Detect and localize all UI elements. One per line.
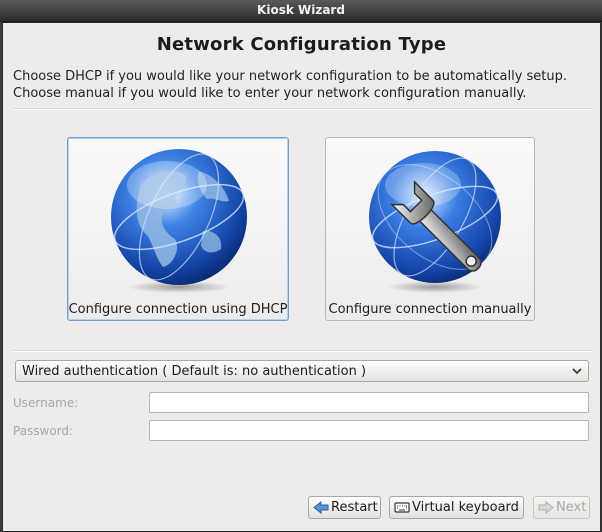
next-label: Next: [556, 500, 587, 515]
password-label: Password:: [13, 424, 74, 438]
username-label: Username:: [13, 396, 79, 410]
wizard-content: Network Configuration Type Choose DHCP i…: [2, 22, 601, 532]
page-title: Network Configuration Type: [156, 34, 447, 55]
middle-divider: [13, 350, 592, 352]
title-bar[interactable]: Kiosk Wizard: [0, 0, 602, 22]
top-divider: [13, 108, 592, 110]
dhcp-option-button[interactable]: Configure connection using DHCP: [67, 137, 289, 321]
restart-button[interactable]: Restart: [308, 496, 381, 519]
keyboard-icon: [394, 502, 410, 513]
dhcp-option-label: Configure connection using DHCP: [68, 302, 288, 317]
globe-icon: [111, 149, 247, 293]
virtual-keyboard-label: Virtual keyboard: [412, 500, 519, 515]
password-field[interactable]: [149, 420, 589, 441]
description-line-2: Choose manual if you would like to enter…: [13, 86, 527, 101]
forward-arrow-icon: [538, 501, 554, 514]
description-line-1: Choose DHCP if you would like your netwo…: [13, 69, 568, 84]
wired-authentication-select[interactable]: Wired authentication ( Default is: no au…: [15, 360, 589, 382]
manual-option-label: Configure connection manually: [328, 302, 532, 317]
window-title: Kiosk Wizard: [257, 3, 345, 17]
kiosk-wizard-window: Kiosk Wizard Network Configuration Type …: [0, 0, 602, 532]
page-description: Choose DHCP if you would like your netwo…: [13, 68, 567, 102]
virtual-keyboard-button[interactable]: Virtual keyboard: [389, 496, 524, 519]
username-field[interactable]: [149, 392, 589, 413]
manual-option-button[interactable]: Configure connection manually: [325, 137, 535, 321]
restart-label: Restart: [331, 500, 378, 515]
next-button[interactable]: Next: [533, 496, 590, 519]
wired-authentication-value: Wired authentication ( Default is: no au…: [22, 364, 367, 379]
chevron-down-icon: [572, 368, 582, 375]
back-arrow-icon: [313, 501, 329, 514]
globe-wrench-icon: [369, 151, 501, 293]
